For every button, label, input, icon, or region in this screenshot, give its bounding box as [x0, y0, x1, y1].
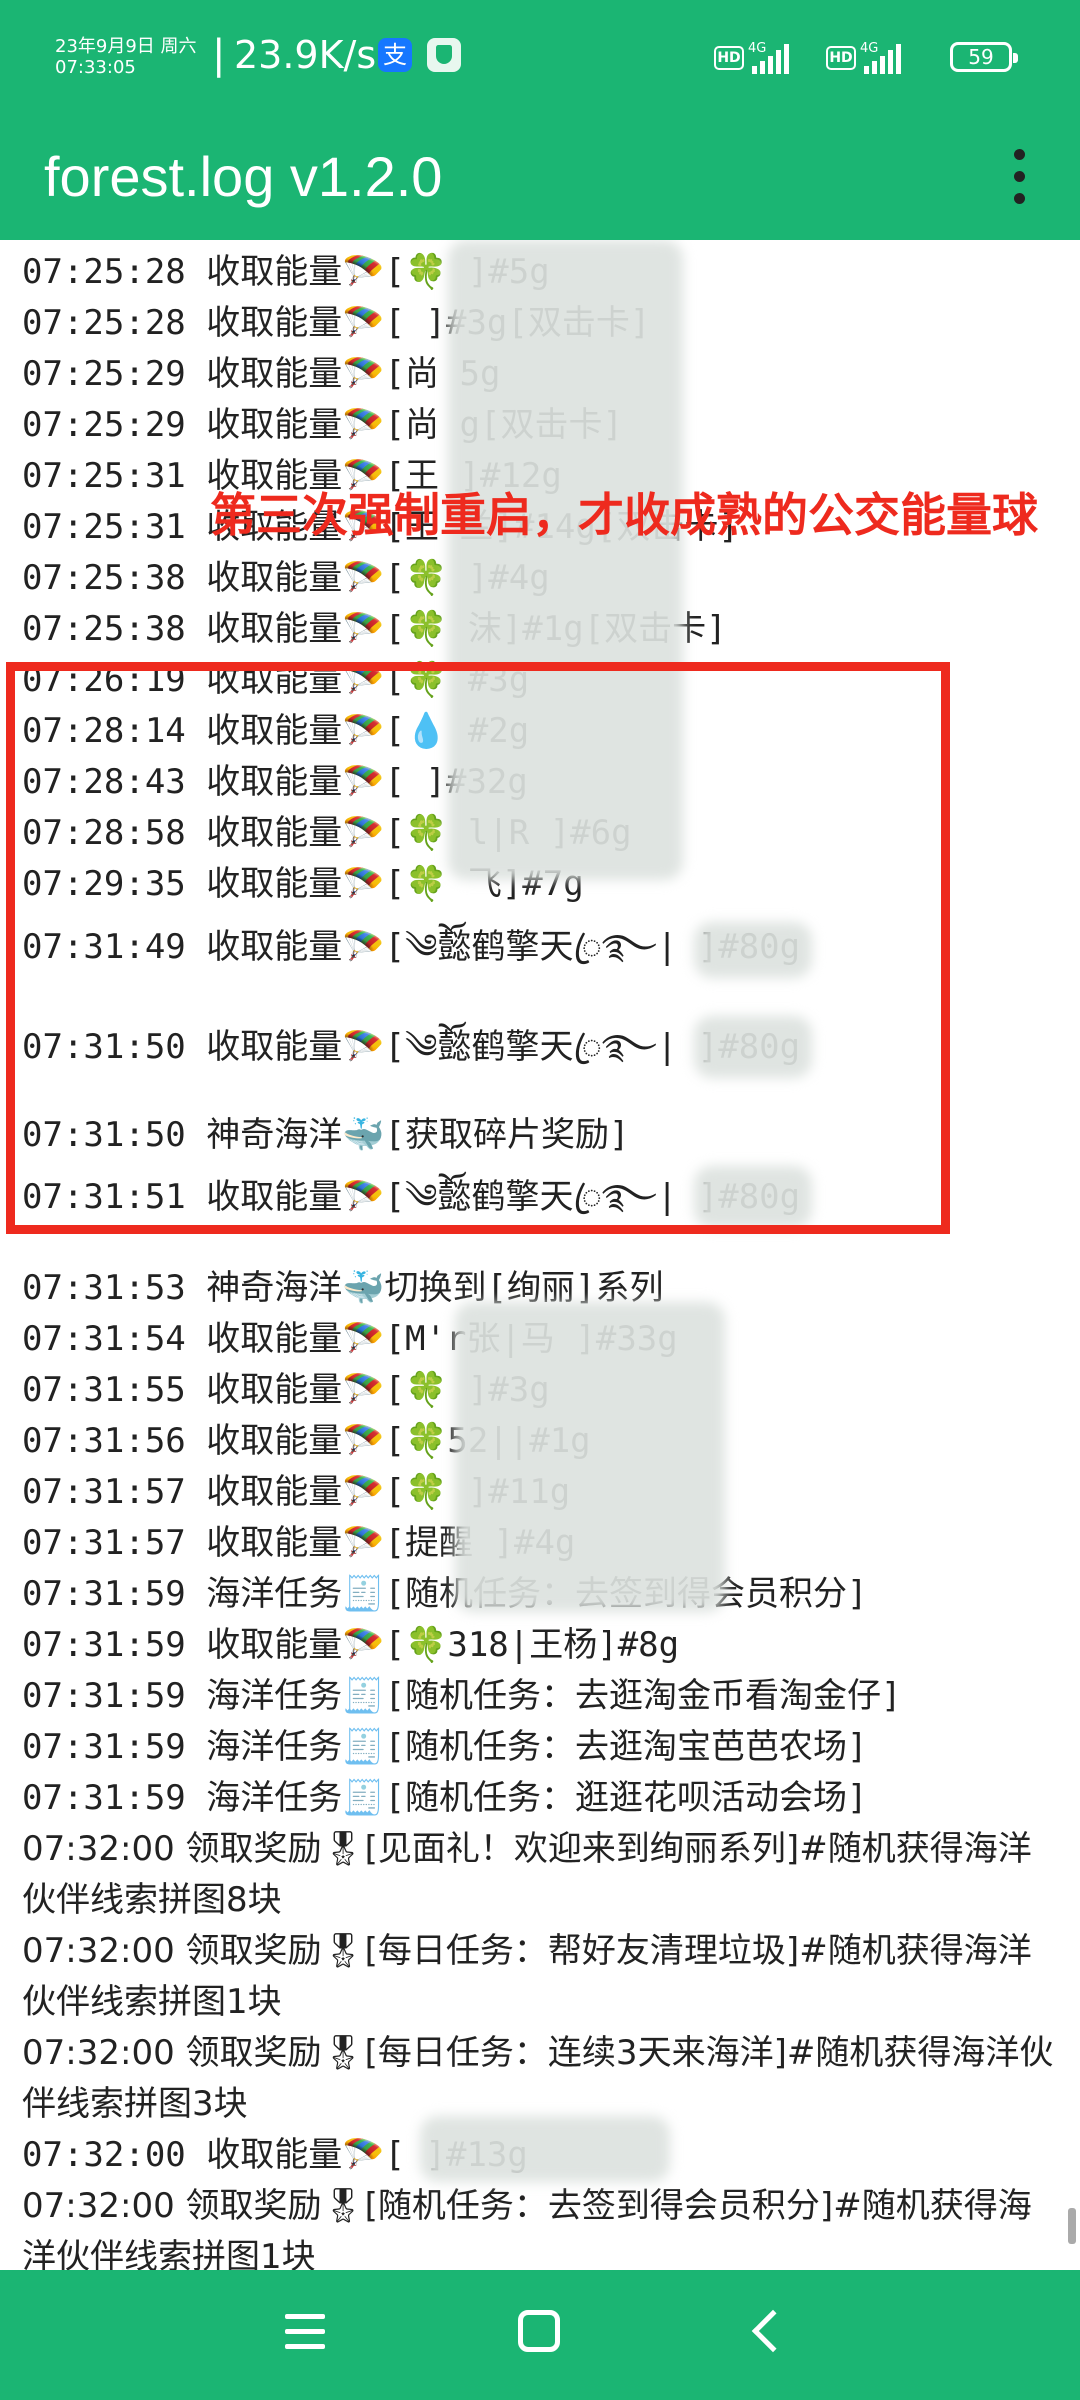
shield-icon [427, 38, 461, 72]
more-vert-icon[interactable] [998, 137, 1042, 217]
home-icon[interactable] [518, 2310, 560, 2352]
signal-2: HD 4G [826, 40, 902, 74]
status-date: 23年9月9日 周六 [55, 36, 197, 57]
alipay-icon: 支 [378, 38, 412, 72]
scrollbar-thumb[interactable] [1068, 2208, 1076, 2244]
status-bar: 23年9月9日 周六 07:33:05 | 23.9K/s 支 HD 4G HD… [0, 0, 1080, 115]
navigation-bar [0, 2270, 1080, 2400]
status-time: 07:33:05 [55, 57, 136, 78]
highlight-box [6, 662, 950, 1234]
log-row: 07:31:59 收取能量🪂[🍀318|王杨]#8g [22, 1625, 680, 1665]
log-row: 07:31:59 海洋任务🧾[随机任务：逛逛花呗活动会场] [22, 1778, 868, 1818]
log-row: 07:31:59 海洋任务🧾[随机任务：去逛淘金币看淘金仔] [22, 1676, 902, 1716]
status-datetime: 23年9月9日 周六 07:33:05 [55, 36, 215, 78]
annotation-note: 第三次强制重启，才收成熟的公交能量球 [210, 488, 1038, 542]
log-row: 07:32:00 领取奖励🎖[每日任务：帮好友清理垃圾]#随机获得海洋伙伴线索拼… [22, 1931, 1032, 2022]
back-icon[interactable] [751, 2309, 795, 2353]
privacy-blur [420, 2116, 670, 2182]
status-separator: | [212, 32, 226, 78]
app-title: forest.log v1.2.0 [44, 145, 443, 208]
network-type: 4G [860, 41, 879, 56]
network-speed: 23.9K/s [234, 33, 377, 77]
app-bar: forest.log v1.2.0 [0, 115, 1080, 240]
privacy-blur [455, 1302, 725, 1612]
log-row: 07:32:00 领取奖励🎖[随机任务：去签到得会员积分]#随机获得海洋伙伴线索… [22, 2186, 1032, 2270]
network-type: 4G [748, 41, 767, 56]
hd-icon: HD [826, 46, 856, 70]
log-row: 07:32:00 领取奖励🎖[每日任务：连续3天来海洋]#随机获得海洋伙伴线索拼… [22, 2033, 1054, 2124]
hd-icon: HD [714, 46, 744, 70]
log-row: 07:31:59 海洋任务🧾[随机任务：去逛淘宝芭芭农场] [22, 1727, 868, 1767]
battery-icon: 59 [950, 42, 1018, 72]
signal-1: HD 4G [714, 40, 790, 74]
menu-icon[interactable] [283, 2312, 327, 2352]
log-row: 07:32:00 领取奖励🎖[见面礼！欢迎来到绚丽系列]#随机获得海洋伙伴线索拼… [22, 1829, 1032, 1920]
